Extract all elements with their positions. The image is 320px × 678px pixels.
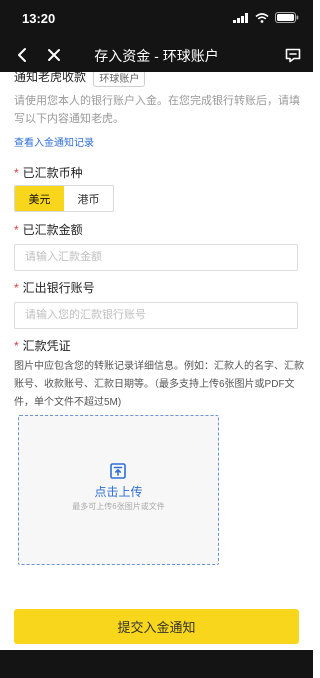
battery-icon	[275, 12, 299, 23]
account-tag: 环球账户	[93, 72, 146, 88]
deposit-records-link[interactable]: 查看入金通知记录	[14, 134, 94, 149]
upload-icon	[110, 463, 126, 479]
message-icon	[285, 48, 301, 62]
notice-description: 请使用您本人的银行账户入金。在您完成银行转账后，请填写以下内容通知老虎。	[14, 95, 300, 125]
signal-icon	[233, 12, 248, 23]
form-content[interactable]: 通知老虎收款 环球账户 请使用您本人的银行账户入金。在您完成银行转账后，请填写以…	[0, 72, 313, 604]
status-bar: 13:20	[0, 0, 313, 38]
wifi-icon	[255, 12, 269, 23]
voucher-label: * 汇款凭证	[14, 339, 71, 353]
navigation-bar: 存入资金 - 环球账户	[0, 38, 313, 72]
currency-toggle[interactable]: 美元 港币	[14, 185, 114, 212]
status-time: 13:20	[22, 11, 56, 26]
amount-input[interactable]: 请输入汇款金额	[14, 244, 298, 271]
customer-service-button[interactable]	[283, 45, 303, 65]
currency-option-hkd[interactable]: 港币	[64, 186, 113, 211]
bottom-bar	[0, 650, 313, 678]
required-marker: *	[14, 281, 19, 295]
bank-account-input[interactable]: 请输入您的汇款银行账号	[14, 302, 298, 329]
upload-limit-text: 最多可上传6张图片或文件	[72, 502, 165, 511]
bank-account-label: * 汇出银行账号	[14, 281, 95, 295]
voucher-hint: 图片中应包含您的转账记录详细信息。例如：汇款人的名字、汇款账号、收款账号、汇款日…	[14, 361, 304, 408]
submit-deposit-notice-button[interactable]: 提交入金通知	[14, 609, 299, 644]
required-marker: *	[14, 223, 19, 237]
notice-section-title: 通知老虎收款 环球账户	[14, 72, 146, 88]
required-marker: *	[14, 166, 19, 180]
currency-option-usd[interactable]: 美元	[15, 186, 64, 211]
system-indicators	[233, 12, 299, 23]
upload-label: 点击上传	[94, 485, 143, 499]
upload-area[interactable]: 点击上传 最多可上传6张图片或文件	[18, 415, 219, 565]
required-marker: *	[14, 339, 19, 353]
amount-label: * 已汇款金额	[14, 223, 83, 237]
currency-label: * 已汇款币种	[14, 166, 83, 180]
page-title: 存入资金 - 环球账户	[94, 48, 219, 64]
notice-title: 通知老虎收款	[14, 72, 87, 84]
